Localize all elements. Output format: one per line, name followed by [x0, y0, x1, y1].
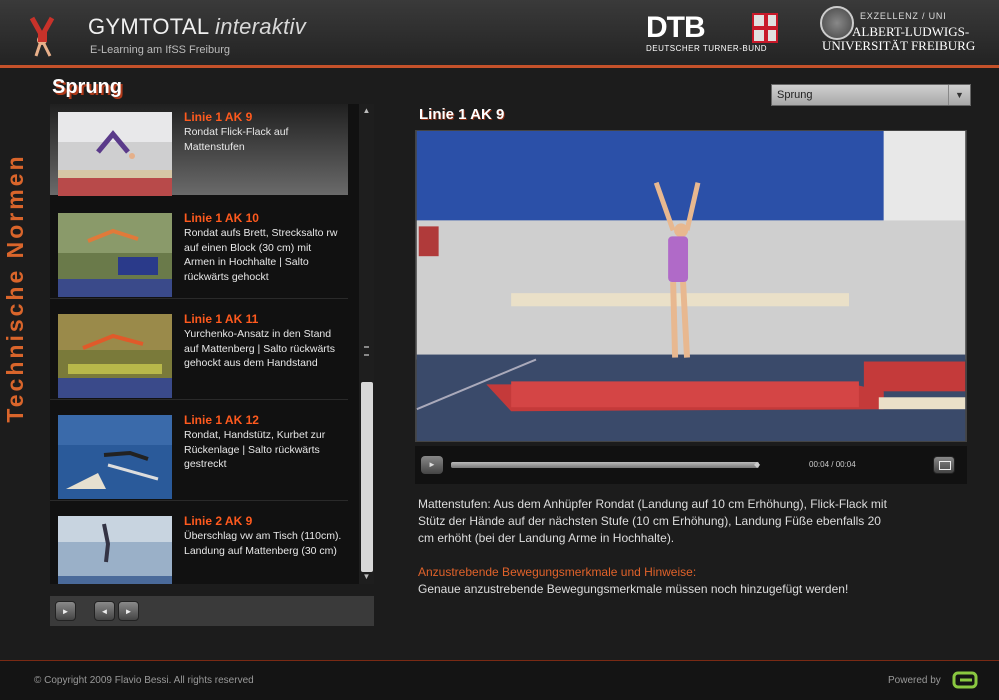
- play-icon: ►: [61, 607, 70, 616]
- powered-by-text: Powered by: [888, 675, 941, 686]
- list-item[interactable]: Linie 1 AK 11 Yurchenko-Ansatz in den St…: [50, 306, 348, 400]
- item-description: Rondat aufs Brett, Strecksalto rw auf ei…: [184, 227, 338, 283]
- powered-by-logo-icon[interactable]: [952, 669, 980, 691]
- list-item[interactable]: Linie 1 AK 10 Rondat aufs Brett, Strecks…: [50, 205, 348, 299]
- item-description: Überschlag vw am Tisch (110cm). Landung …: [184, 530, 342, 557]
- play-button[interactable]: ►: [421, 456, 443, 474]
- hints-text: Genaue anzustrebende Bewegungsmerkmale m…: [418, 582, 849, 596]
- scroll-up-icon[interactable]: ▲: [359, 104, 374, 118]
- list-toolbar: ► ◄ ►: [50, 596, 374, 626]
- video-controls: ► ◆ 00:04 / 00:04: [415, 446, 967, 484]
- university-logo: EXZELLENZ / UNI ALBERT-LUDWIGS- UNIVERSI…: [820, 6, 980, 62]
- vertical-section-label: Technische Normen: [2, 153, 28, 423]
- progress-fill: [451, 462, 759, 468]
- video-title: Linie 1 AK 9: [419, 106, 505, 123]
- progress-knob-icon[interactable]: ◆: [754, 460, 762, 470]
- item-title: Linie 1 AK 12: [184, 413, 259, 427]
- fullscreen-button[interactable]: [933, 456, 955, 474]
- progress-bar[interactable]: [451, 462, 759, 468]
- previous-button[interactable]: ◄: [94, 601, 115, 621]
- thumbnail-image: [58, 112, 172, 196]
- thumbnail-image: [58, 213, 172, 297]
- gymnast-logo-icon: [29, 16, 55, 57]
- thumbnail-image: [58, 516, 172, 584]
- item-title: Linie 1 AK 9: [184, 110, 253, 124]
- scroll-down-icon[interactable]: ▼: [359, 570, 374, 584]
- exercise-description: Mattenstufen: Aus dem Anhüpfer Rondat (L…: [418, 497, 887, 545]
- chevron-down-icon[interactable]: ▼: [948, 85, 970, 105]
- item-title: Linie 1 AK 10: [184, 211, 259, 225]
- next-icon: ►: [124, 607, 133, 616]
- header: GYMTOTAL interaktiv E-Learning am IfSS F…: [0, 0, 999, 68]
- app-title: GYMTOTAL interaktiv: [88, 14, 307, 39]
- university-seal-icon: [820, 6, 854, 40]
- item-title: Linie 1 AK 11: [184, 312, 259, 326]
- exercise-list[interactable]: Linie 1 AK 9 Rondat Flick-Flack auf Matt…: [50, 104, 359, 584]
- section-title: Sprung: [52, 76, 122, 98]
- item-description: Rondat Flick-Flack auf Mattenstufen: [184, 126, 289, 153]
- list-scrollbar[interactable]: ▲ ▼: [359, 104, 374, 584]
- thumbnail-image: [58, 314, 172, 398]
- footer: © Copyright 2009 Flavio Bessi. All right…: [0, 660, 999, 700]
- video-player[interactable]: [415, 130, 967, 442]
- dtb-logo: DTB DEUTSCHER TURNER-BUND: [646, 11, 780, 53]
- next-button[interactable]: ►: [118, 601, 139, 621]
- scroll-thumb[interactable]: [361, 382, 373, 572]
- category-select[interactable]: Sprung ▼: [771, 84, 971, 106]
- dtb-cross-icon: [752, 13, 778, 43]
- list-item[interactable]: Linie 1 AK 9 Rondat Flick-Flack auf Matt…: [50, 104, 348, 198]
- item-description: Yurchenko-Ansatz in den Stand auf Matten…: [184, 328, 335, 369]
- app-subtitle: E-Learning am IfSS Freiburg: [90, 44, 231, 56]
- copyright-text: © Copyright 2009 Flavio Bessi. All right…: [34, 675, 254, 686]
- thumbnail-image: [58, 415, 172, 499]
- list-item[interactable]: Linie 2 AK 9 Überschlag vw am Tisch (110…: [50, 508, 348, 584]
- item-title: Linie 2 AK 9: [184, 514, 253, 528]
- scroll-grip-icon: [364, 346, 369, 356]
- hints-heading: Anzustrebende Bewegungsmerkmale und Hinw…: [418, 565, 697, 579]
- play-icon: ►: [428, 460, 436, 469]
- item-description: Rondat, Handstütz, Kurbet zur Rückenlage…: [184, 429, 326, 470]
- list-item[interactable]: Linie 1 AK 12 Rondat, Handstütz, Kurbet …: [50, 407, 348, 501]
- time-display: 00:04 / 00:04: [809, 460, 856, 469]
- previous-icon: ◄: [100, 607, 109, 616]
- play-all-button[interactable]: ►: [55, 601, 76, 621]
